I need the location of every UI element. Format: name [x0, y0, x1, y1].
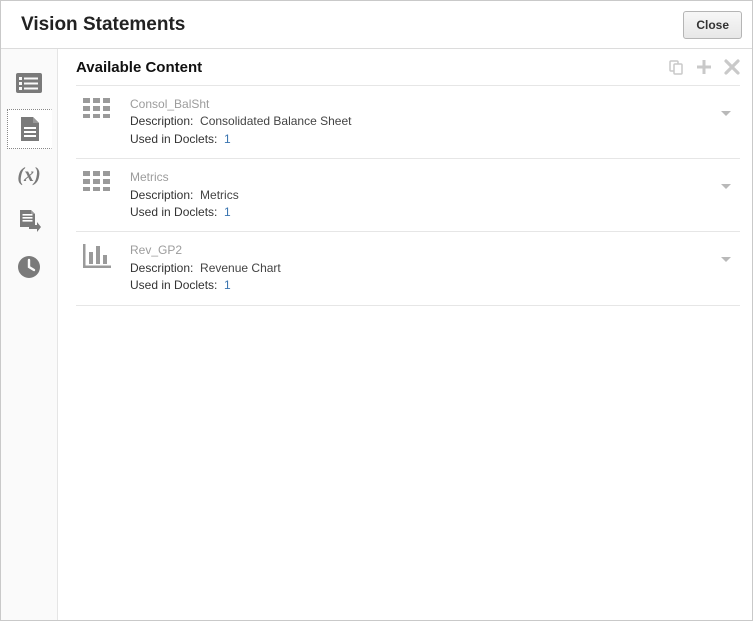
expand-button[interactable]	[720, 96, 736, 118]
close-icon	[724, 59, 740, 75]
delete-button[interactable]	[724, 59, 740, 75]
list-icon	[16, 73, 42, 93]
chevron-down-icon	[720, 110, 732, 118]
content-item-name: Metrics	[130, 169, 704, 186]
used-count: 1	[224, 132, 231, 146]
content-item-text: Consol_BalSht Description: Consolidated …	[130, 96, 704, 148]
sidebar-item-history[interactable]	[7, 247, 51, 287]
copy-icon	[668, 59, 684, 75]
main-header: Available Content	[76, 49, 740, 85]
description-label: Description:	[130, 188, 193, 202]
document-icon	[19, 116, 41, 142]
content-item-name: Consol_BalSht	[130, 96, 704, 113]
content-item-name: Rev_GP2	[130, 242, 704, 259]
dialog-title: Vision Statements	[21, 14, 185, 36]
content-item[interactable]: Rev_GP2 Description: Revenue Chart Used …	[76, 232, 740, 305]
sidebar: (x)	[1, 49, 58, 620]
used-count: 1	[224, 278, 231, 292]
content-item[interactable]: Metrics Description: Metrics Used in Doc…	[76, 159, 740, 232]
content-list: Consol_BalSht Description: Consolidated …	[76, 85, 740, 306]
copy-button[interactable]	[668, 59, 684, 75]
titlebar: Vision Statements Close	[1, 1, 752, 49]
content-item-text: Rev_GP2 Description: Revenue Chart Used …	[130, 242, 704, 294]
sidebar-item-variable[interactable]: (x)	[7, 155, 51, 195]
used-label: Used in Doclets:	[130, 278, 217, 292]
doc-arrow-icon	[17, 209, 41, 233]
chevron-down-icon	[720, 183, 732, 191]
plus-icon	[696, 59, 712, 75]
description-label: Description:	[130, 261, 193, 275]
chart-icon	[80, 242, 114, 268]
sidebar-item-export[interactable]	[7, 201, 51, 241]
content-item[interactable]: Consol_BalSht Description: Consolidated …	[76, 85, 740, 159]
clock-icon	[17, 255, 41, 279]
expand-button[interactable]	[720, 169, 736, 191]
expand-button[interactable]	[720, 242, 736, 264]
main-panel: Available Content	[58, 49, 752, 620]
chevron-down-icon	[720, 256, 732, 264]
used-label: Used in Doclets:	[130, 132, 217, 146]
close-button[interactable]: Close	[683, 11, 742, 39]
content-item-text: Metrics Description: Metrics Used in Doc…	[130, 169, 704, 221]
variable-icon: (x)	[17, 164, 40, 187]
sidebar-item-list-view[interactable]	[7, 63, 51, 103]
panel-heading: Available Content	[76, 59, 202, 76]
grid-icon	[80, 96, 114, 118]
description-value: Revenue Chart	[200, 261, 281, 275]
dialog-window: Vision Statements Close	[0, 0, 753, 621]
used-label: Used in Doclets:	[130, 205, 217, 219]
description-value: Metrics	[200, 188, 239, 202]
description-label: Description:	[130, 114, 193, 128]
used-count: 1	[224, 205, 231, 219]
description-value: Consolidated Balance Sheet	[200, 114, 351, 128]
dialog-body: (x)	[1, 49, 752, 620]
sidebar-item-document[interactable]	[7, 109, 52, 149]
grid-icon	[80, 169, 114, 191]
add-button[interactable]	[696, 59, 712, 75]
header-actions	[668, 59, 740, 75]
